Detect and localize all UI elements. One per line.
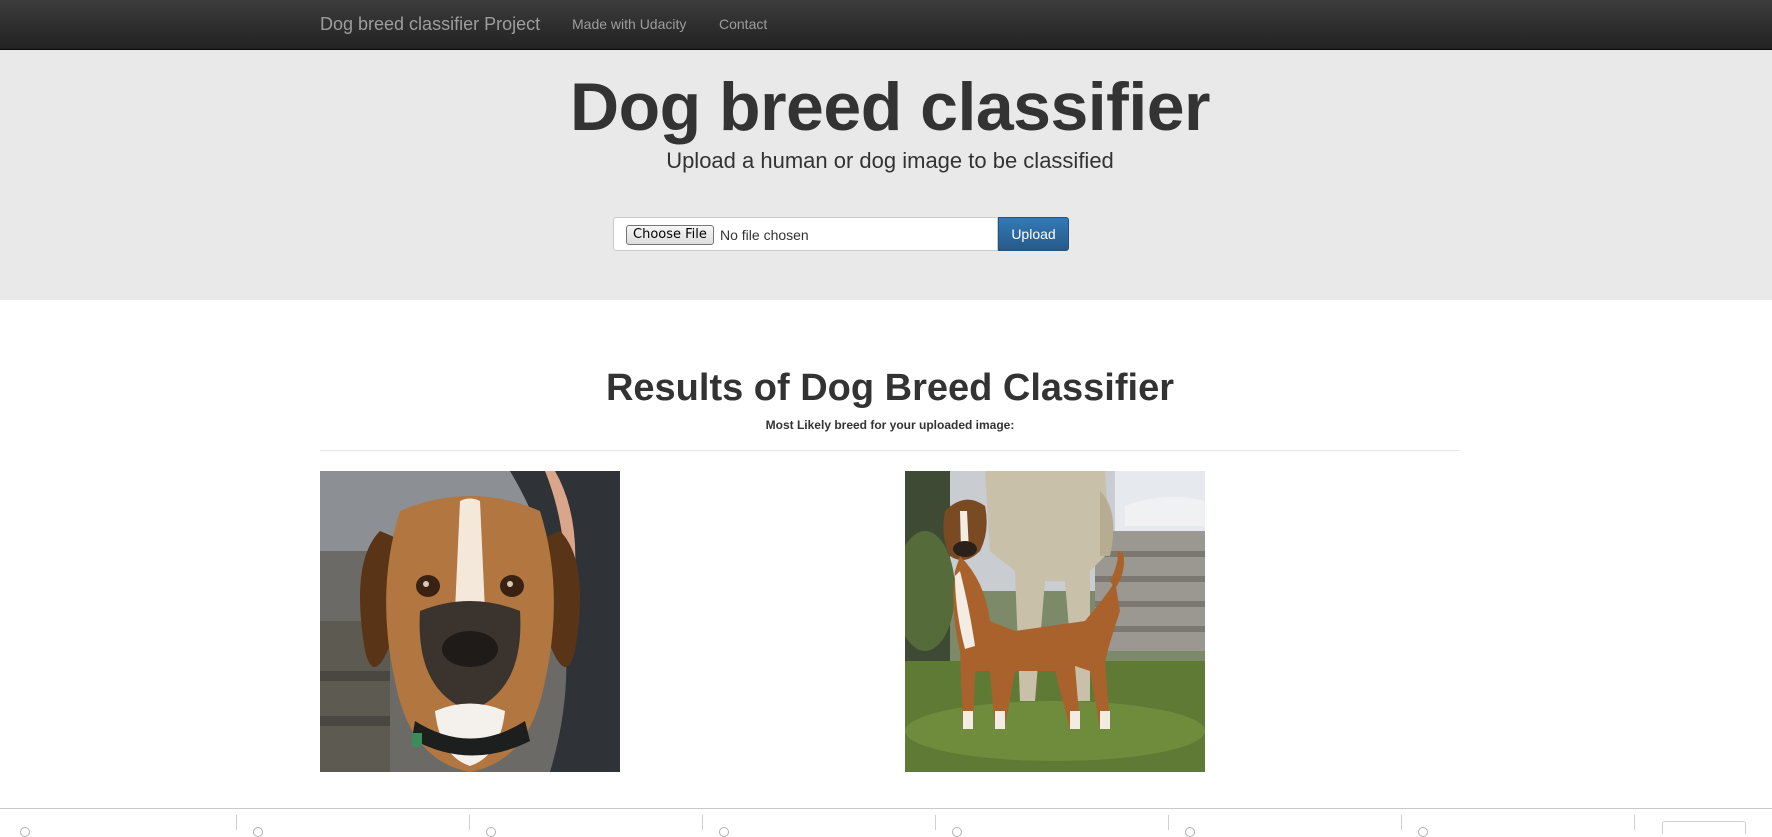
navbar-brand[interactable]: Dog breed classifier Project	[320, 14, 540, 35]
toolbar-divider	[1401, 815, 1402, 830]
nav-link-made-with-udacity[interactable]: Made with Udacity	[572, 16, 686, 32]
bottom-toolbar	[0, 808, 1772, 837]
toolbar-divider	[236, 815, 237, 830]
choose-file-button[interactable]: Choose File	[626, 225, 714, 245]
toolbar-divider	[469, 815, 470, 830]
nav-link-contact[interactable]: Contact	[719, 16, 767, 32]
upload-button[interactable]: Upload	[998, 217, 1069, 251]
top-navbar: Dog breed classifier Project Made with U…	[0, 0, 1772, 50]
toolbar-divider	[935, 815, 936, 830]
toolbar-divider	[1634, 815, 1635, 830]
upload-form: Choose File No file chosen Upload	[613, 217, 1069, 251]
uploaded-image	[320, 471, 620, 772]
page-title: Dog breed classifier	[569, 69, 1211, 145]
hero-section: Dog breed classifier Upload a human or d…	[0, 50, 1772, 300]
predicted-breed-image	[905, 471, 1205, 772]
file-input[interactable]: Choose File No file chosen	[613, 217, 998, 251]
toolbar-button[interactable]	[1662, 821, 1746, 834]
section-divider	[320, 450, 1459, 451]
results-title: Results of Dog Breed Classifier	[605, 367, 1175, 409]
results-subtitle: Most Likely breed for your uploaded imag…	[765, 418, 1015, 432]
toolbar-divider	[1168, 815, 1169, 830]
toolbar-divider	[702, 815, 703, 830]
page-subtitle: Upload a human or dog image to be classi…	[666, 148, 1114, 173]
file-status-text: No file chosen	[720, 227, 809, 243]
